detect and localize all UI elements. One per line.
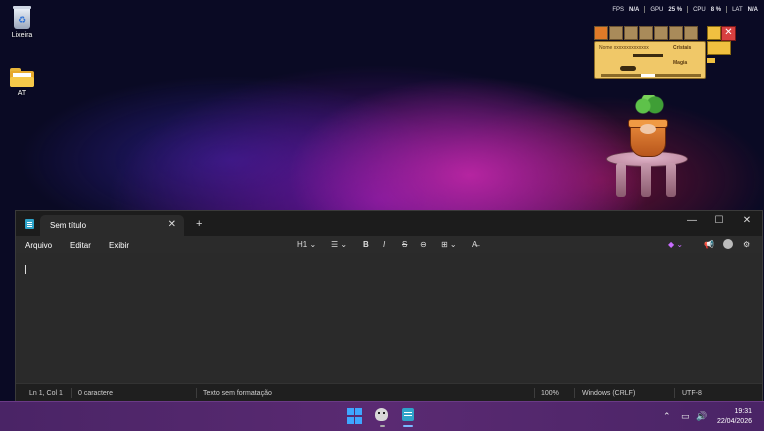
maximize-button[interactable]: ☐ [712,215,726,226]
clear-format-icon[interactable]: A̶ [472,240,477,249]
folder-icon [9,68,35,88]
skull-app-icon[interactable] [375,408,388,421]
chevron-up-icon[interactable]: ⌃ [663,411,671,422]
recycle-bin-icon: ♻ [11,4,33,30]
game-side-button[interactable] [707,58,715,63]
game-toggle[interactable] [620,66,636,71]
cpu-label: CPU [693,6,706,13]
announcement-icon[interactable]: 📢 [704,240,714,249]
pet-table [606,151,688,199]
running-indicator [380,425,385,427]
link-icon[interactable]: ⊖ [420,240,427,249]
text-format: Texto sem formatação [203,390,272,397]
divider [726,6,728,13]
copilot-icon[interactable]: ◆ ⌄ [668,240,683,249]
italic-icon[interactable]: I [383,240,385,249]
heading-select[interactable]: H1 ⌄ [297,240,316,249]
table-icon[interactable]: ⊞ ⌄ [441,240,457,249]
divider [196,388,197,398]
divider [644,6,646,13]
gpu-value: 25 % [668,6,683,13]
bold-icon[interactable]: B [363,240,369,249]
notepad-window: Sem título ✕ + — ☐ ✕ Arquivo Editar Exib… [15,210,763,402]
active-indicator [403,425,413,427]
divider [574,388,575,398]
divider [687,6,689,13]
plant-pot [628,119,668,157]
text-caret [25,265,26,274]
game-slot[interactable] [609,26,623,40]
game-slot[interactable] [669,26,683,40]
fps-value: N/A [629,6,640,13]
display-icon[interactable]: ▭ [681,411,690,422]
character-count: 0 caractere [78,390,114,397]
clock[interactable]: 19:31 22/04/2026 [717,407,752,427]
performance-overlay: FPS N/A GPU 25 % CPU 8 % LAT N/A [612,6,758,13]
tab-sem-titulo[interactable]: Sem título ✕ [40,215,184,236]
game-slot[interactable] [639,26,653,40]
desktop-icon-folder-at[interactable]: AT [0,68,44,97]
menu-arquivo[interactable]: Arquivo [25,241,52,250]
lat-label: LAT [732,6,743,13]
desktop-icon-label: Lixeira [11,32,33,39]
game-overlay: ✕ Nome xxxxxxxxxxxxxx Cristais Magia [594,26,738,82]
close-button[interactable]: ✕ [740,215,754,226]
cursor-position: Ln 1, Col 1 [29,390,63,397]
menu-editar[interactable]: Editar [70,241,91,250]
windows-start-icon[interactable] [347,408,363,424]
date: 22/04/2026 [716,418,752,425]
strikethrough-icon[interactable]: S [402,240,407,249]
divider [534,388,535,398]
desktop-icon-label: AT [17,90,27,97]
minimize-button[interactable]: — [685,215,699,226]
close-tab-icon[interactable]: ✕ [168,219,176,230]
game-slot-icon[interactable] [594,26,608,40]
game-bar [633,54,663,57]
game-slot[interactable] [624,26,638,40]
game-side-button[interactable] [707,41,731,55]
cristais-label: Cristais [673,45,692,51]
lat-value: N/A [747,6,758,13]
list-icon[interactable]: ☰ ⌄ [331,240,347,249]
game-name-label: Nome xxxxxxxxxxxxxx [599,45,649,51]
desktop-icon-recycle-bin[interactable]: ♻ Lixeira [0,4,44,39]
avatar[interactable] [723,239,733,249]
new-tab-button[interactable]: + [196,218,202,230]
notepad-icon [25,219,34,229]
game-slot[interactable] [654,26,668,40]
encoding[interactable]: UTF-8 [682,390,702,397]
desktop-pet-plant[interactable] [600,95,692,205]
game-slot[interactable] [684,26,698,40]
fps-label: FPS [612,6,625,13]
zoom-level[interactable]: 100% [541,390,559,397]
gear-icon[interactable]: ⚙ [743,240,750,249]
status-bar: Ln 1, Col 1 0 caractere Texto sem format… [16,383,762,402]
title-bar[interactable]: Sem título ✕ + — ☐ ✕ [16,211,762,236]
game-status-panel: Nome xxxxxxxxxxxxxx Cristais Magia [594,41,706,79]
cpu-value: 8 % [710,6,722,13]
game-settings-button[interactable] [707,26,721,40]
notepad-taskbar-icon[interactable] [402,408,414,421]
menu-exibir[interactable]: Exibir [109,241,129,250]
divider [674,388,675,398]
divider [71,388,72,398]
volume-icon[interactable]: 🔊 [696,411,707,422]
game-progress-bar [601,74,701,77]
plant-leaves [634,95,664,117]
text-editor[interactable] [16,253,762,383]
game-close-button[interactable]: ✕ [721,26,736,41]
time: 19:31 [734,408,752,415]
line-ending[interactable]: Windows (CRLF) [582,390,635,397]
menu-toolbar: Arquivo Editar Exibir H1 ⌄ ☰ ⌄ B I S ⊖ ⊞… [16,236,762,253]
tab-title: Sem título [50,221,87,230]
gpu-label: GPU [650,6,664,13]
magia-label: Magia [673,60,688,66]
